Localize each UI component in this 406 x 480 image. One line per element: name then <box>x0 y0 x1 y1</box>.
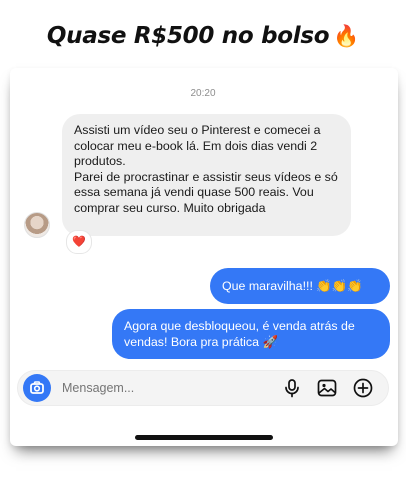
heart-reaction[interactable]: ❤️ <box>66 230 92 254</box>
gallery-button[interactable] <box>316 377 338 399</box>
add-button[interactable] <box>352 377 374 399</box>
microphone-button[interactable] <box>281 377 303 399</box>
home-indicator[interactable] <box>135 435 273 440</box>
outgoing-message-bubble[interactable]: Agora que desbloqueou, é venda atrás de … <box>112 309 390 359</box>
fire-emoji: 🔥 <box>333 24 360 48</box>
incoming-message-paragraph: Parei de procrastinar e assistir seus ví… <box>74 169 338 215</box>
camera-icon <box>30 381 44 394</box>
message-timestamp: 20:20 <box>190 88 216 99</box>
incoming-message-bubble[interactable]: Assisti um vídeo seu o Pinterest e comec… <box>62 114 351 236</box>
sender-avatar[interactable] <box>24 212 50 238</box>
headline: Quase R$500 no bolso 🔥 <box>0 16 406 56</box>
microphone-icon <box>285 379 299 398</box>
message-input[interactable] <box>58 374 276 402</box>
incoming-message-paragraph: Assisti um vídeo seu o Pinterest e comec… <box>74 123 321 168</box>
camera-button[interactable] <box>23 374 51 402</box>
image-icon <box>317 379 337 397</box>
headline-text: Quase R$500 no bolso <box>46 23 330 49</box>
plus-circle-icon <box>353 378 373 398</box>
outgoing-message-bubble[interactable]: Que maravilha!!! 👏👏👏 <box>210 268 390 304</box>
